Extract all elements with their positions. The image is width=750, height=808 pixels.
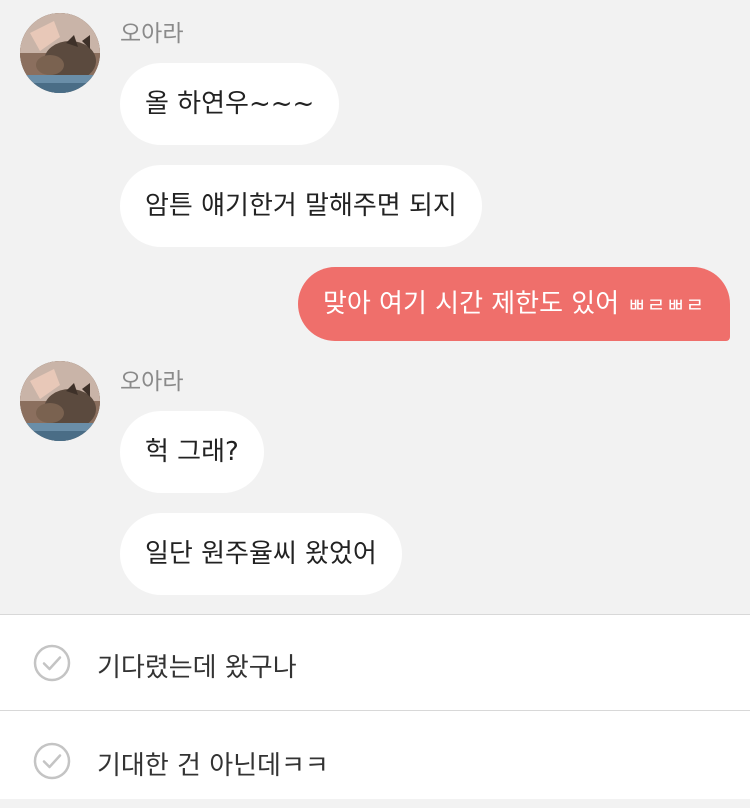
reply-option[interactable]: 기다렸는데 왔구나 (0, 615, 750, 711)
reply-option-label: 기대한 건 아닌데ㅋㅋ (97, 751, 329, 781)
check-circle-icon (33, 644, 71, 682)
reply-options: 기다렸는데 왔구나 기대한 건 아닌데ㅋㅋ (0, 614, 750, 799)
sender-name: 오아라 (120, 21, 184, 47)
cat-photo-icon (20, 13, 100, 93)
received-message-bubble[interactable]: 올 하연우~~~ (120, 63, 340, 145)
reply-option[interactable]: 기대한 건 아닌데ㅋㅋ (0, 712, 750, 808)
received-message-bubble[interactable]: 암튼 얘기한거 말해주면 되지 (120, 165, 482, 247)
chat-thread[interactable]: 오아라 올 하연우~~~ 암튼 얘기한거 말해주면 되지 맞아 여기 시간 제한… (0, 0, 750, 614)
check-circle-icon (33, 742, 71, 780)
sent-message-text: 맞아 여기 시간 제한도 있어 (322, 289, 620, 319)
cat-photo-icon (20, 361, 100, 441)
sender-name: 오아라 (120, 369, 184, 395)
sent-message-bubble[interactable]: 맞아 여기 시간 제한도 있어 ㅃㄹㅃㄹ (297, 267, 730, 341)
received-message-bubble[interactable]: 헉 그래? (120, 411, 264, 493)
reply-option-label: 기다렸는데 왔구나 (97, 653, 297, 683)
received-message-bubble[interactable]: 일단 원주율씨 왔었어 (120, 513, 402, 595)
sender-avatar[interactable] (20, 13, 100, 93)
sender-avatar[interactable] (20, 361, 100, 441)
sent-message-suffix: ㅃㄹㅃㄹ (627, 293, 705, 317)
